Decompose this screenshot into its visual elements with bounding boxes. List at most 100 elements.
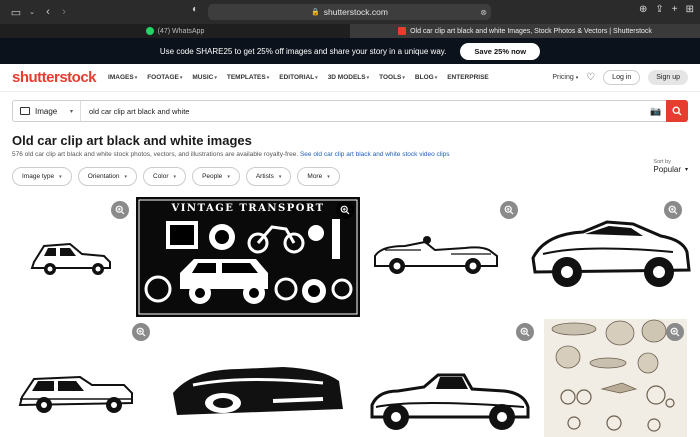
zoom-in-icon: [115, 205, 125, 215]
search-input[interactable]: [81, 101, 646, 121]
chevron-down-icon: ▾: [134, 75, 138, 81]
tab-label: Old car clip art black and white Images,…: [410, 27, 652, 35]
asset-type-label: Image: [35, 106, 58, 116]
shutterstock-logo[interactable]: shutterstock: [12, 69, 97, 86]
chevron-down-icon: ▾: [69, 108, 73, 115]
share-icon[interactable]: ⇪: [655, 4, 663, 15]
image-tile[interactable]: [544, 319, 687, 437]
lock-icon: 🔒: [311, 9, 320, 16]
nav-editorial[interactable]: EDITORIAL▾: [279, 74, 317, 81]
nav-tools[interactable]: TOOLS▾: [379, 74, 405, 81]
chevron-down-icon: ▾: [434, 75, 438, 81]
nav-label: TEMPLATES: [226, 74, 266, 81]
address-bar[interactable]: 🔒 shutterstock.com ⊗: [208, 4, 491, 20]
tab-whatsapp[interactable]: (47) WhatsApp: [0, 24, 350, 38]
image-tile[interactable]: [354, 319, 542, 437]
camera-search-icon[interactable]: 📷: [646, 101, 666, 121]
tab-label: (47) WhatsApp: [157, 27, 205, 35]
search-button[interactable]: [666, 100, 688, 122]
privacy-shield-icon[interactable]: ◐: [192, 4, 198, 15]
chevron-down-icon: ▾: [214, 75, 217, 81]
chevron-down-icon: ▾: [266, 75, 270, 81]
sidebar-toggle-icon[interactable]: ▭: [8, 4, 24, 20]
page-title: Old car clip art black and white images: [12, 133, 252, 148]
asset-type-select[interactable]: Image ▾: [13, 101, 81, 121]
nav-label: IMAGES: [108, 74, 134, 81]
chevron-down-icon: ▾: [179, 75, 183, 81]
nav-label: 3D MODELS: [327, 74, 366, 81]
sort-control[interactable]: Sort by Popular ▾: [653, 159, 688, 174]
image-tile[interactable]: [523, 194, 700, 318]
nav-3d-models[interactable]: 3D MODELS▾: [328, 74, 369, 81]
airships-sketch-image: [551, 319, 675, 432]
nav-images[interactable]: IMAGES▾: [108, 74, 137, 81]
chevron-down-icon: ▾: [227, 173, 230, 180]
tab-overview-icon[interactable]: ⊞: [686, 4, 694, 15]
image-icon: [20, 107, 30, 115]
vintage-transport-heading: VINTAGE TRANSPORT: [170, 203, 324, 214]
chevron-down-icon: ▾: [124, 173, 127, 180]
filter-label: Image type: [22, 173, 55, 180]
nav-templates[interactable]: TEMPLATES▾: [227, 74, 269, 81]
zoom-button[interactable]: [336, 201, 354, 219]
save-25-button[interactable]: Save 25% now: [460, 42, 541, 60]
nav-footage[interactable]: FOOTAGE▾: [147, 74, 182, 81]
image-tile[interactable]: [0, 194, 135, 318]
convertible-image: [173, 367, 343, 415]
whatsapp-icon: [145, 27, 154, 35]
forward-icon[interactable]: ›: [56, 4, 72, 20]
new-tab-icon[interactable]: +: [672, 4, 678, 15]
chevron-down-icon: ▾: [278, 173, 282, 180]
filter-more[interactable]: More ▾: [297, 167, 340, 186]
nav-label: MUSIC: [192, 74, 214, 81]
filter-orientation[interactable]: Orientation ▾: [77, 167, 137, 186]
nav-label: FOOTAGE: [147, 74, 179, 81]
filter-image-type[interactable]: Image type ▾: [12, 167, 72, 186]
chevron-down-icon: ▾: [327, 173, 330, 180]
nav-enterprise[interactable]: ENTERPRISE: [447, 74, 489, 81]
tab-shutterstock[interactable]: Old car clip art black and white Images,…: [350, 24, 700, 38]
browser-toolbar: ▭ ⌄ ‹ › ◐ 🔒 shutterstock.com ⊗ ⊕ ⇪ + ⊞: [0, 0, 700, 24]
zoom-button[interactable]: [500, 201, 518, 219]
url-text: shutterstock.com: [323, 7, 388, 17]
zoom-in-icon: [668, 205, 678, 215]
nav-label: TOOLS: [379, 74, 402, 81]
downloads-icon[interactable]: ⊕: [639, 4, 647, 15]
chevron-down-icon: ▾: [684, 167, 688, 173]
chevron-down-icon[interactable]: ⌄: [24, 4, 40, 20]
filter-people[interactable]: People ▾: [192, 167, 240, 186]
zoom-in-icon: [520, 327, 530, 337]
image-tile[interactable]: [0, 319, 162, 437]
nav-music[interactable]: MUSIC▾: [192, 74, 216, 81]
zoom-button[interactable]: [111, 201, 129, 219]
signup-button[interactable]: Sign up: [648, 70, 688, 85]
login-button[interactable]: Log in: [603, 70, 641, 85]
nav-blog[interactable]: BLOG▾: [415, 74, 437, 81]
pricing-menu[interactable]: Pricing ▾: [552, 74, 578, 81]
main-nav: IMAGES▾ FOOTAGE▾ MUSIC▾ TEMPLATES▾ EDITO…: [108, 74, 489, 81]
zoom-in-icon: [340, 205, 350, 215]
zoom-button[interactable]: [516, 323, 534, 341]
shutterstock-favicon-icon: [398, 27, 407, 35]
zoom-button[interactable]: [664, 201, 682, 219]
filter-label: People: [202, 173, 223, 180]
nav-label: EDITORIAL: [279, 74, 315, 81]
zoom-in-icon: [136, 327, 146, 337]
site-header: shutterstock IMAGES▾ FOOTAGE▾ MUSIC▾ TEM…: [0, 64, 700, 92]
favorites-heart-icon[interactable]: ♡: [586, 72, 595, 83]
roadster-image: [374, 236, 498, 274]
image-tile[interactable]: VINTAGE TRANSPORT: [136, 197, 360, 317]
filter-artists[interactable]: Artists ▾: [245, 167, 292, 186]
video-clips-link[interactable]: See old car clip art black and white sto…: [300, 151, 450, 158]
zoom-in-icon: [504, 205, 514, 215]
zoom-in-icon: [670, 327, 680, 337]
zoom-button[interactable]: [666, 323, 684, 341]
image-tile[interactable]: [361, 194, 522, 318]
zoom-button[interactable]: [132, 323, 150, 341]
back-icon[interactable]: ‹: [40, 4, 56, 20]
clear-url-icon[interactable]: ⊗: [480, 8, 487, 17]
image-grid: VINTAGE TRANSPORT: [0, 194, 700, 437]
filter-color[interactable]: Color ▾: [143, 167, 187, 186]
nav-label: BLOG: [414, 74, 434, 81]
image-tile[interactable]: [163, 319, 353, 437]
